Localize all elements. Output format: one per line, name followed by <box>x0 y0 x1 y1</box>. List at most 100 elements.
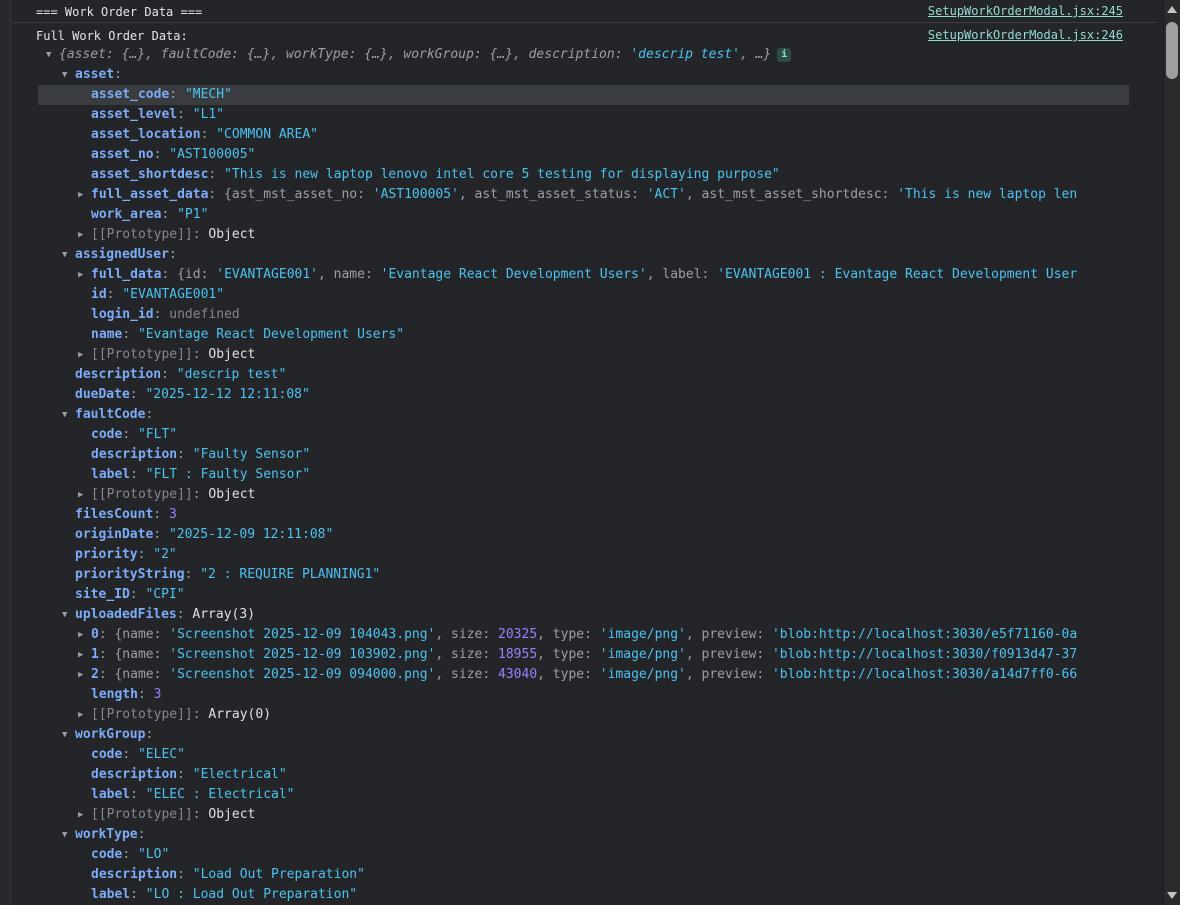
tree-row-workGroup[interactable]: ▼workGroup: <box>12 725 1157 745</box>
scroll-up-icon[interactable] <box>1167 6 1177 13</box>
tree-row-Prototype[interactable]: ▶[[Prototype]]: Object <box>12 225 1157 245</box>
tree-row-label[interactable]: label: "FLT : Faulty Sensor" <box>12 465 1157 485</box>
property-key: description <box>91 867 177 882</box>
collapse-icon[interactable]: ▼ <box>62 405 75 425</box>
source-link[interactable]: SetupWorkOrderModal.jsx:246 <box>928 23 1123 47</box>
number-value: 20325 <box>498 627 537 642</box>
console-message-row[interactable]: Full Work Order Data: SetupWorkOrderModa… <box>12 23 1157 905</box>
property-key: description <box>91 447 177 462</box>
tree-row-label[interactable]: label: "LO : Load Out Preparation" <box>12 885 1157 905</box>
source-link[interactable]: SetupWorkOrderModal.jsx:245 <box>928 0 1123 22</box>
tree-row-asset_code[interactable]: asset_code: "MECH" <box>12 85 1157 105</box>
tree-row-code[interactable]: code: "ELEC" <box>12 745 1157 765</box>
tree-row-priorityString[interactable]: priorityString: "2 : REQUIRE PLANNING1" <box>12 565 1157 585</box>
tree-row-label[interactable]: label: "ELEC : Electrical" <box>12 785 1157 805</box>
preview-text: , type: <box>537 627 600 642</box>
number-value: 3 <box>169 507 177 522</box>
tree-row-originDate[interactable]: originDate: "2025-12-09 12:11:08" <box>12 525 1157 545</box>
expand-icon[interactable]: ▶ <box>78 485 91 505</box>
tree-row-Prototype[interactable]: ▶[[Prototype]]: Object <box>12 485 1157 505</box>
string-value: "descrip test" <box>177 367 287 382</box>
preview-text: , name: <box>318 267 381 282</box>
tree-row-workType[interactable]: ▼workType: <box>12 825 1157 845</box>
console-message-row[interactable]: === Work Order Data === SetupWorkOrderMo… <box>12 0 1157 23</box>
scroll-down-icon[interactable] <box>1167 892 1177 899</box>
scrollbar[interactable] <box>1163 0 1180 905</box>
tree-row-full_asset_data[interactable]: ▶full_asset_data: {ast_mst_asset_no: 'AS… <box>12 185 1157 205</box>
property-key: priority <box>75 547 138 562</box>
tree-row-description[interactable]: description: "descrip test" <box>12 365 1157 385</box>
expand-icon[interactable]: ▶ <box>78 185 91 205</box>
tree-row-name[interactable]: name: "Evantage React Development Users" <box>12 325 1157 345</box>
tree-row-asset_no[interactable]: asset_no: "AST100005" <box>12 145 1157 165</box>
preview-text: : {id: <box>161 267 216 282</box>
tree-row-asset_shortdesc[interactable]: asset_shortdesc: "This is new laptop len… <box>12 165 1157 185</box>
expand-icon[interactable]: ▶ <box>78 225 91 245</box>
tree-row-code[interactable]: code: "FLT" <box>12 425 1157 445</box>
scrollbar-thumb[interactable] <box>1166 22 1178 79</box>
string-value: "Electrical" <box>193 767 287 782</box>
tree-row-description[interactable]: description: "Load Out Preparation" <box>12 865 1157 885</box>
tree-row-dueDate[interactable]: dueDate: "2025-12-12 12:11:08" <box>12 385 1157 405</box>
info-icon[interactable]: i <box>777 48 791 62</box>
expand-icon[interactable]: ▶ <box>78 645 91 665</box>
tree-row-Prototype[interactable]: ▶[[Prototype]]: Object <box>12 805 1157 825</box>
internal-key: [[Prototype]] <box>91 487 193 502</box>
devtools-console: { "console": { "messages": [ { "text": "… <box>0 0 1180 905</box>
string-value: 'AST100005' <box>373 187 459 202</box>
tree-row-code[interactable]: code: "LO" <box>12 845 1157 865</box>
string-value: "FLT" <box>138 427 177 442</box>
tree-row-work_area[interactable]: work_area: "P1" <box>12 205 1157 225</box>
tree-row-filesCount[interactable]: filesCount: 3 <box>12 505 1157 525</box>
tree-row-priority[interactable]: priority: "2" <box>12 545 1157 565</box>
preview-text: : <box>185 567 201 582</box>
preview-text: : <box>193 227 209 242</box>
preview-text: : <box>161 367 177 382</box>
tree-row-login_id[interactable]: login_id: undefined <box>12 305 1157 325</box>
expand-icon[interactable]: ▶ <box>78 665 91 685</box>
tree-row-Prototype[interactable]: ▶[[Prototype]]: Array(0) <box>12 705 1157 725</box>
expand-icon[interactable]: ▶ <box>78 805 91 825</box>
string-value: 'blob:http://localhost:3030/a14d7ff0-66 <box>772 667 1077 682</box>
property-key: code <box>91 747 122 762</box>
property-key: length <box>91 687 138 702</box>
property-key: label <box>91 467 130 482</box>
property-key: filesCount <box>75 507 153 522</box>
string-value: "MECH" <box>185 87 232 102</box>
property-key: originDate <box>75 527 153 542</box>
preview-text: : <box>107 287 123 302</box>
tree-row-description[interactable]: description: "Faulty Sensor" <box>12 445 1157 465</box>
tree-row-2[interactable]: ▶2: {name: 'Screenshot 2025-12-09 094000… <box>12 665 1157 685</box>
tree-row-length[interactable]: length: 3 <box>12 685 1157 705</box>
tree-row-Prototype[interactable]: ▶[[Prototype]]: Object <box>12 345 1157 365</box>
string-value: 'This is new laptop len <box>897 187 1077 202</box>
collapse-icon[interactable]: ▼ <box>62 65 75 85</box>
preview-text: : {name: <box>99 647 169 662</box>
preview-text: : <box>138 687 154 702</box>
tree-row-site_ID[interactable]: site_ID: "CPI" <box>12 585 1157 605</box>
collapse-icon[interactable]: ▼ <box>62 245 75 265</box>
number-value: 3 <box>154 687 162 702</box>
expand-icon[interactable]: ▶ <box>78 625 91 645</box>
tree-row-full_data[interactable]: ▶full_data: {id: 'EVANTAGE001', name: 'E… <box>12 265 1157 285</box>
tree-row-asset_location[interactable]: asset_location: "COMMON AREA" <box>12 125 1157 145</box>
expand-icon[interactable]: ▶ <box>78 705 91 725</box>
preview-text: : <box>177 767 193 782</box>
collapse-icon[interactable]: ▼ <box>62 825 75 845</box>
tree-row-1[interactable]: ▶1: {name: 'Screenshot 2025-12-09 103902… <box>12 645 1157 665</box>
tree-row-asset[interactable]: ▼asset: <box>12 65 1157 85</box>
tree-row-description[interactable]: description: "Electrical" <box>12 765 1157 785</box>
property-key: workType <box>75 827 138 842</box>
object-preview-row[interactable]: ▼{asset: {…}, faultCode: {…}, workType: … <box>12 45 1157 65</box>
expand-icon[interactable]: ▶ <box>78 265 91 285</box>
collapse-icon[interactable]: ▼ <box>62 725 75 745</box>
tree-row-0[interactable]: ▶0: {name: 'Screenshot 2025-12-09 104043… <box>12 625 1157 645</box>
collapse-icon[interactable]: ▼ <box>46 45 59 65</box>
tree-row-uploadedFiles[interactable]: ▼uploadedFiles: Array(3) <box>12 605 1157 625</box>
tree-row-id[interactable]: id: "EVANTAGE001" <box>12 285 1157 305</box>
tree-row-asset_level[interactable]: asset_level: "L1" <box>12 105 1157 125</box>
expand-icon[interactable]: ▶ <box>78 345 91 365</box>
tree-row-faultCode[interactable]: ▼faultCode: <box>12 405 1157 425</box>
tree-row-assignedUser[interactable]: ▼assignedUser: <box>12 245 1157 265</box>
collapse-icon[interactable]: ▼ <box>62 605 75 625</box>
